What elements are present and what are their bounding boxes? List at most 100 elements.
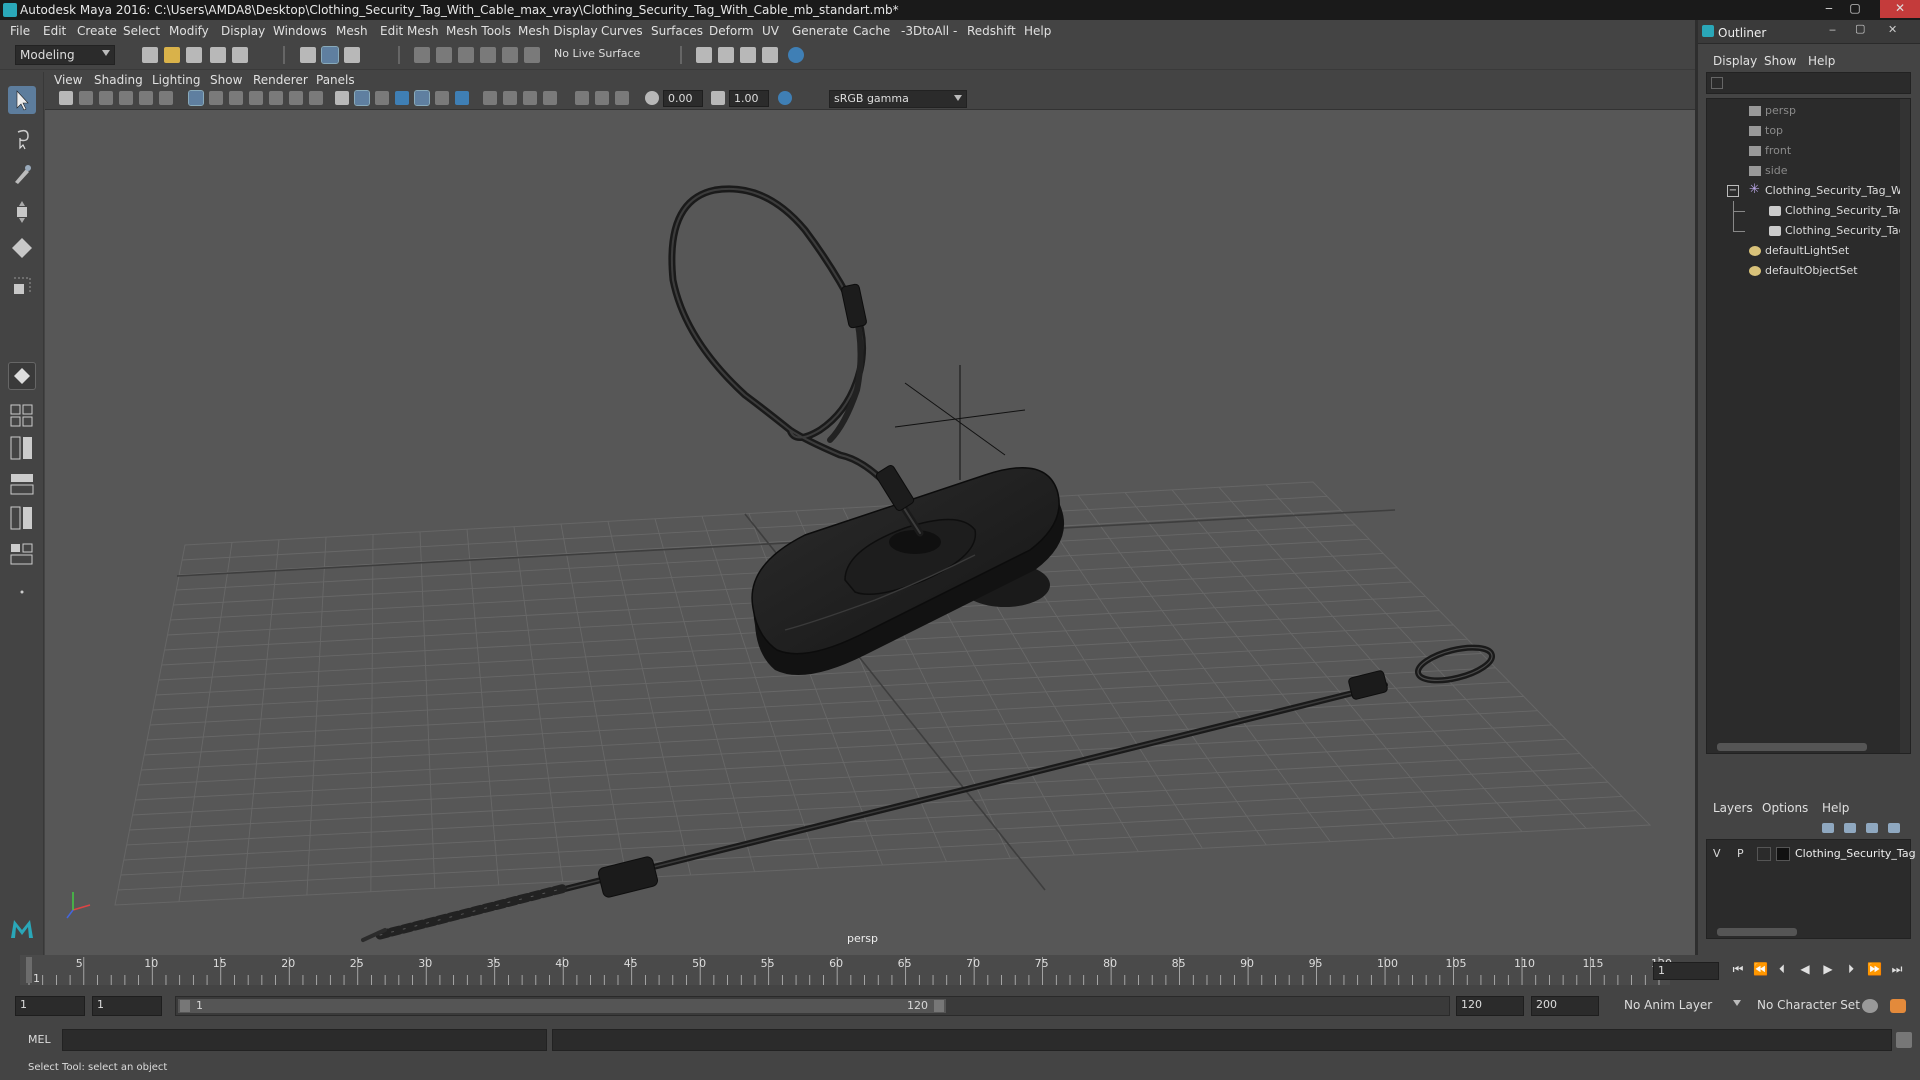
menu-cache[interactable]: Cache [853,24,890,38]
outliner-item-default-object-set[interactable]: defaultObjectSet [1707,261,1907,281]
screen-space-ao-icon[interactable] [455,91,469,105]
snap-to-grid-icon[interactable] [414,47,430,63]
outliner-item-default-light-set[interactable]: defaultLightSet [1707,241,1907,261]
menu-curves[interactable]: Curves [601,24,643,38]
auto-key-icon[interactable] [1862,999,1878,1013]
view-transform-dropdown[interactable]: sRGB gamma [829,90,967,108]
collapse-toggle-icon[interactable]: − [1727,185,1739,197]
menu-select[interactable]: Select [123,24,160,38]
step-forward-key-button[interactable]: ⏩ [1867,962,1882,976]
select-by-hierarchy-icon[interactable] [300,47,316,63]
ipr-render-icon[interactable] [740,47,756,63]
single-perspective-view-icon[interactable] [8,362,36,390]
animation-preferences-icon[interactable] [1890,999,1906,1013]
hypershade-layout-icon[interactable] [8,504,36,532]
wireframe-on-shaded-icon[interactable] [375,91,389,105]
play-forwards-button[interactable]: ▶ [1821,962,1835,976]
viewport-menu-view[interactable]: View [54,73,82,87]
outliner-maximize-button[interactable]: ▢ [1855,22,1865,35]
new-layer-icon[interactable] [1866,823,1878,833]
four-view-layout-icon[interactable] [8,402,36,430]
render-current-frame-icon[interactable] [718,47,734,63]
open-scene-icon[interactable] [164,47,180,63]
outliner-menu-display[interactable]: Display [1713,54,1757,68]
hypershade-icon[interactable] [788,47,804,63]
exposure-icon[interactable] [645,91,659,105]
persp-graph-layout-icon[interactable] [8,470,36,498]
anim-layer-dropdown[interactable]: No Anim Layer [1620,996,1745,1016]
select-by-object-icon[interactable] [321,46,339,64]
viewport-menu-show[interactable]: Show [210,73,242,87]
animation-end-field[interactable]: 200 [1531,996,1599,1016]
snap-to-vertex-icon[interactable] [524,47,540,63]
range-end-grip[interactable] [934,1000,944,1012]
menu-create[interactable]: Create [77,24,117,38]
menu-mesh-tools[interactable]: Mesh Tools [446,24,511,38]
wireframe-icon[interactable] [335,91,349,105]
image-plane-icon[interactable] [119,91,133,105]
rotate-tool-icon[interactable] [8,234,36,262]
outliner-item-top[interactable]: top [1707,121,1907,141]
outliner-vertical-scrollbar[interactable] [1900,99,1910,753]
layers-menu-help[interactable]: Help [1822,801,1849,815]
outliner-menu-help[interactable]: Help [1808,54,1835,68]
menu-modify[interactable]: Modify [169,24,209,38]
gamma-field[interactable]: 1.00 [729,90,769,107]
menu-file[interactable]: File [10,24,30,38]
resolution-gate-icon[interactable] [229,91,243,105]
menu-redshift[interactable]: Redshift [967,24,1016,38]
viewport-menu-shading[interactable]: Shading [94,73,143,87]
command-input[interactable] [62,1029,547,1051]
step-back-key-button[interactable]: ⏪ [1753,962,1768,976]
play-backwards-button[interactable]: ◀ [1798,962,1812,976]
step-back-frame-button[interactable]: ⏴ [1775,962,1789,976]
menu-edit-mesh[interactable]: Edit Mesh [380,24,439,38]
layer-color-swatch[interactable] [1776,847,1790,861]
outliner-close-button[interactable]: ✕ [1888,23,1897,36]
camera-attributes-icon[interactable] [79,91,93,105]
range-slider[interactable]: 1 120 [175,996,1450,1016]
isolate-select-icon[interactable] [543,91,557,105]
menu-set-dropdown[interactable]: Modeling [15,45,115,65]
menu-surfaces[interactable]: Surfaces [651,24,703,38]
new-layer-from-selected-icon[interactable] [1888,823,1900,833]
color-management-icon[interactable] [778,91,792,105]
smooth-shade-icon[interactable] [354,90,370,106]
range-slider-handle[interactable]: 1 120 [178,999,946,1013]
command-language-label[interactable]: MEL [28,1033,51,1046]
textured-icon[interactable] [395,91,409,105]
outliner-item-front[interactable]: front [1707,141,1907,161]
depth-of-field-icon[interactable] [523,91,537,105]
new-scene-icon[interactable] [142,47,158,63]
viewport-menu-renderer[interactable]: Renderer [253,73,308,87]
script-editor-layout-icon[interactable] [8,540,36,568]
layer-playback-toggle[interactable]: P [1737,847,1744,860]
layers-menu-options[interactable]: Options [1762,801,1808,815]
move-tool-icon[interactable] [8,198,36,226]
render-settings-icon[interactable] [762,47,778,63]
safe-action-icon[interactable] [289,91,303,105]
menu-mesh-display[interactable]: Mesh Display [518,24,598,38]
close-button[interactable]: ✕ [1880,0,1920,18]
minimize-button[interactable]: ‒ [1815,0,1843,18]
select-tool-icon[interactable] [8,86,36,114]
snap-to-surface-icon[interactable] [502,47,518,63]
undo-icon[interactable] [210,47,226,63]
live-surface-field[interactable]: No Live Surface [550,46,650,65]
script-editor-icon[interactable] [1896,1032,1912,1048]
select-by-component-icon[interactable] [344,47,360,63]
layer-row[interactable]: V P Clothing_Security_Tag [1707,844,1916,864]
field-chart-icon[interactable] [269,91,283,105]
save-scene-icon[interactable] [186,47,202,63]
scale-tool-icon[interactable] [8,272,36,300]
menu-3dtoall[interactable]: -3DtoAll - [901,24,957,38]
snap-to-view-plane-icon[interactable] [480,47,496,63]
layer-type-toggle[interactable] [1757,847,1771,861]
menu-display[interactable]: Display [221,24,265,38]
outliner-item-group[interactable]: − ✳ Clothing_Security_Tag_Wi [1707,181,1907,201]
outliner-item-persp[interactable]: persp [1707,101,1907,121]
menu-mesh[interactable]: Mesh [336,24,368,38]
xray-joints-icon[interactable] [595,91,609,105]
outliner-search-input[interactable] [1706,72,1911,94]
grid-toggle-icon[interactable] [188,90,204,106]
